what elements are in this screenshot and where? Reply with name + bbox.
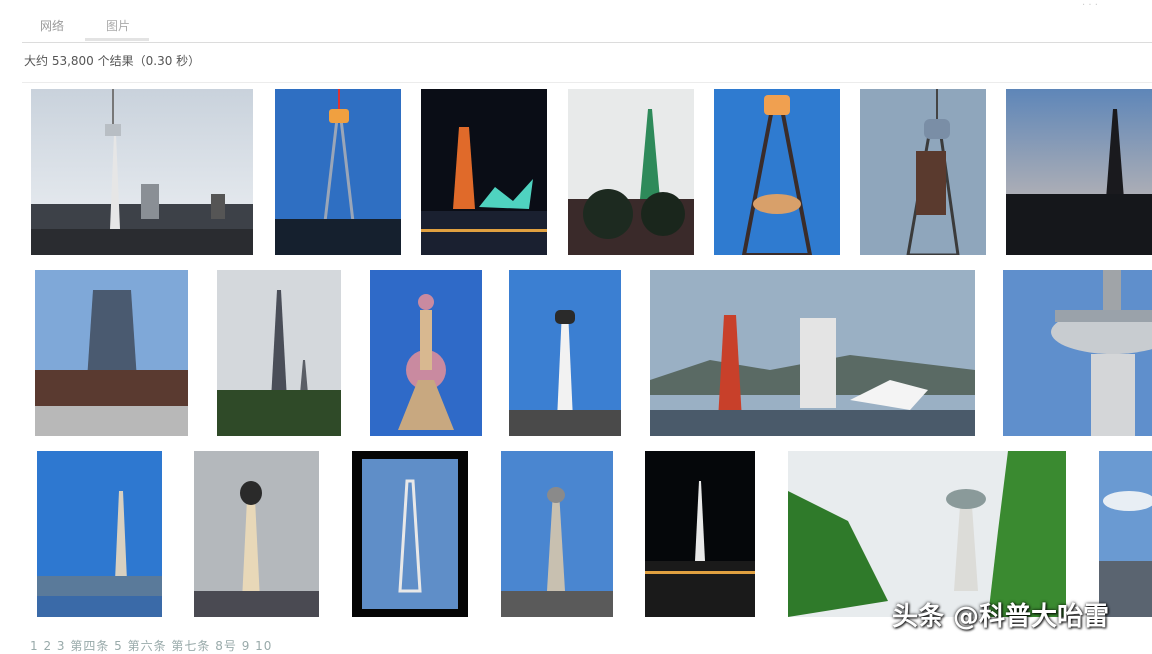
tower-photo	[509, 270, 621, 436]
active-tab-indicator	[85, 38, 149, 41]
image-result-thumbnail[interactable]	[1006, 89, 1152, 255]
image-result-thumbnail[interactable]	[568, 89, 694, 255]
top-right-controls[interactable]: · · ·	[1082, 0, 1098, 11]
image-result-thumbnail[interactable]	[421, 89, 547, 255]
tower-photo	[1003, 270, 1152, 436]
tower-photo	[352, 451, 468, 617]
image-result-thumbnail[interactable]	[37, 451, 162, 617]
image-result-thumbnail[interactable]	[217, 270, 341, 436]
image-result-thumbnail[interactable]	[275, 89, 401, 255]
image-result-thumbnail[interactable]	[509, 270, 621, 436]
tower-photo	[35, 270, 188, 436]
results-summary: 大约 53,800 个结果（0.30 秒）	[24, 54, 201, 68]
tower-photo	[37, 451, 162, 617]
search-tabs: 网络 图片	[22, 0, 1152, 43]
image-result-thumbnail[interactable]	[1099, 451, 1152, 617]
tower-photo	[788, 451, 1066, 617]
pagination[interactable]: 1 2 3 第四条 5 第六条 第七条 8号 9 10	[30, 637, 272, 654]
tower-photo	[421, 89, 547, 255]
tower-photo	[650, 270, 975, 436]
image-result-thumbnail[interactable]	[645, 451, 755, 617]
tower-photo	[860, 89, 986, 255]
image-result-thumbnail[interactable]	[31, 89, 253, 255]
tower-photo	[501, 451, 613, 617]
image-result-thumbnail[interactable]	[1003, 270, 1152, 436]
tower-photo	[1099, 451, 1152, 617]
image-result-thumbnail[interactable]	[860, 89, 986, 255]
tower-photo	[217, 270, 341, 436]
tab-images[interactable]: 图片	[106, 17, 130, 34]
watermark: 头条 @科普大咍雷	[892, 602, 1110, 632]
tower-photo	[568, 89, 694, 255]
divider	[22, 82, 1152, 83]
tower-photo	[645, 451, 755, 617]
image-result-thumbnail[interactable]	[194, 451, 319, 617]
tower-photo	[370, 270, 482, 436]
image-result-thumbnail[interactable]	[714, 89, 840, 255]
image-result-thumbnail[interactable]	[370, 270, 482, 436]
tower-photo	[194, 451, 319, 617]
tower-photo	[1006, 89, 1152, 255]
image-result-thumbnail[interactable]	[501, 451, 613, 617]
tower-photo	[31, 89, 253, 255]
tower-photo	[275, 89, 401, 255]
image-result-thumbnail[interactable]	[35, 270, 188, 436]
image-result-thumbnail[interactable]	[650, 270, 975, 436]
tab-web[interactable]: 网络	[40, 17, 64, 34]
image-result-thumbnail[interactable]	[352, 451, 468, 617]
tower-photo	[714, 89, 840, 255]
image-result-thumbnail[interactable]	[788, 451, 1066, 617]
